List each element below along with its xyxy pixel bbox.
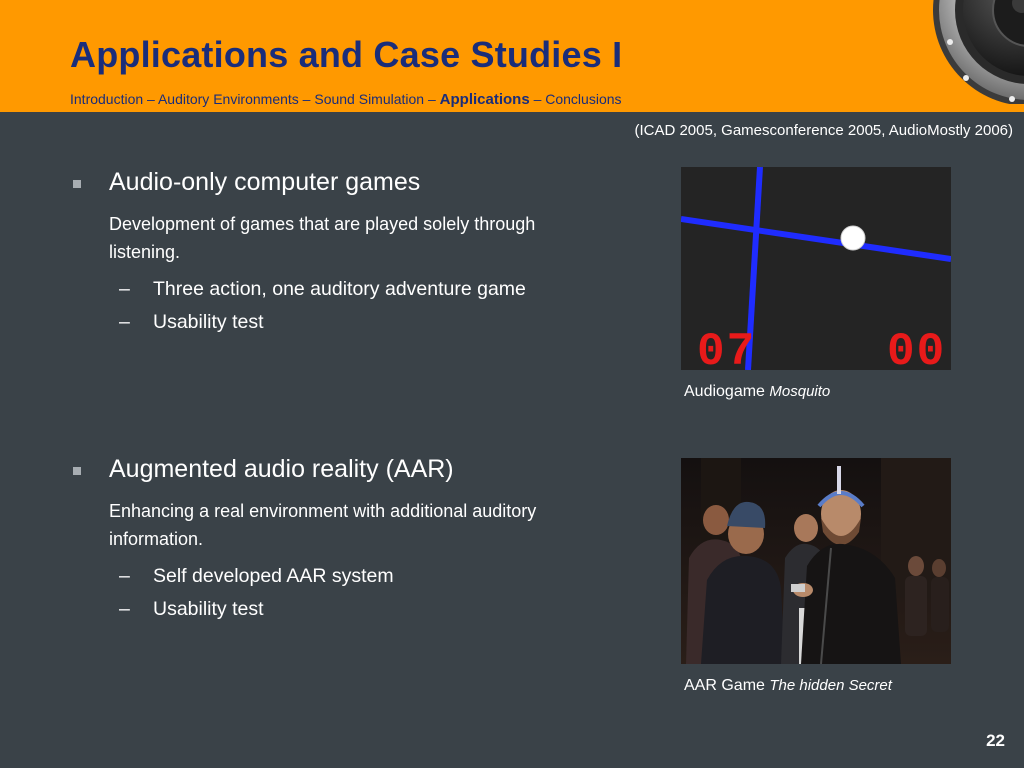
breadcrumb-before: Introduction – Auditory Environments – S… bbox=[70, 91, 440, 107]
score-right: 00 bbox=[887, 326, 946, 370]
bullet-heading: Augmented audio reality (AAR) bbox=[109, 455, 454, 483]
caption-prefix: Audiogame bbox=[684, 383, 770, 400]
sub-list: – Three action, one auditory adventure ga… bbox=[119, 278, 549, 344]
dash-icon: – bbox=[119, 278, 130, 300]
bullet-heading: Audio-only computer games bbox=[109, 168, 421, 196]
bullet-description: Development of games that are played sol… bbox=[109, 214, 536, 262]
sub-list-item: – Usability test bbox=[119, 598, 549, 631]
speaker-icon bbox=[914, 0, 1024, 104]
breadcrumb: Introduction – Auditory Environments – S… bbox=[70, 91, 622, 108]
bullet-square-icon bbox=[73, 467, 81, 475]
citation: (ICAD 2005, Gamesconference 2005, AudioM… bbox=[634, 122, 1013, 139]
mosquito-game-image: 07 00 bbox=[680, 166, 952, 378]
slide-header: Applications and Case Studies I Introduc… bbox=[0, 0, 1024, 112]
figure-caption: Audiogame Mosquito bbox=[684, 383, 830, 401]
page-number: 22 bbox=[986, 731, 1005, 750]
figure-caption: AAR Game The hidden Secret bbox=[684, 677, 892, 695]
caption-prefix: AAR Game bbox=[684, 677, 770, 694]
sub-list: – Self developed AAR system – Usability te… bbox=[119, 565, 549, 631]
slide-title: Applications and Case Studies I bbox=[70, 34, 623, 75]
sub-item-text: Usability test bbox=[153, 311, 264, 333]
sub-list-item: – Usability test bbox=[119, 311, 549, 344]
dash-icon: – bbox=[119, 311, 130, 333]
sub-list-item: – Self developed AAR system bbox=[119, 565, 549, 598]
sub-item-text: Three action, one auditory adventure gam… bbox=[153, 278, 526, 300]
bullet-item: Audio-only computer games bbox=[70, 168, 549, 200]
sub-item-text: Self developed AAR system bbox=[153, 565, 394, 587]
caption-title: Mosquito bbox=[769, 383, 831, 400]
score-left: 07 bbox=[697, 326, 756, 370]
bullet-description: Enhancing a real environment with additi… bbox=[109, 501, 537, 549]
dash-icon: – bbox=[119, 565, 130, 587]
breadcrumb-after: – Conclusions bbox=[529, 91, 622, 107]
sub-list-item: – Three action, one auditory adventure ga… bbox=[119, 278, 549, 311]
aar-game-photo bbox=[681, 458, 951, 665]
breadcrumb-active: Applications bbox=[439, 91, 530, 108]
sub-item-text: Usability test bbox=[153, 598, 264, 620]
caption-title: The hidden Secret bbox=[769, 677, 892, 694]
bullet-item: Augmented audio reality (AAR) bbox=[70, 455, 549, 487]
dash-icon: – bbox=[119, 598, 130, 620]
section-audio-games: Audio-only computer games Development of… bbox=[70, 168, 549, 344]
section-aar: Augmented audio reality (AAR) Enhancing … bbox=[70, 455, 549, 631]
bullet-square-icon bbox=[73, 180, 81, 188]
